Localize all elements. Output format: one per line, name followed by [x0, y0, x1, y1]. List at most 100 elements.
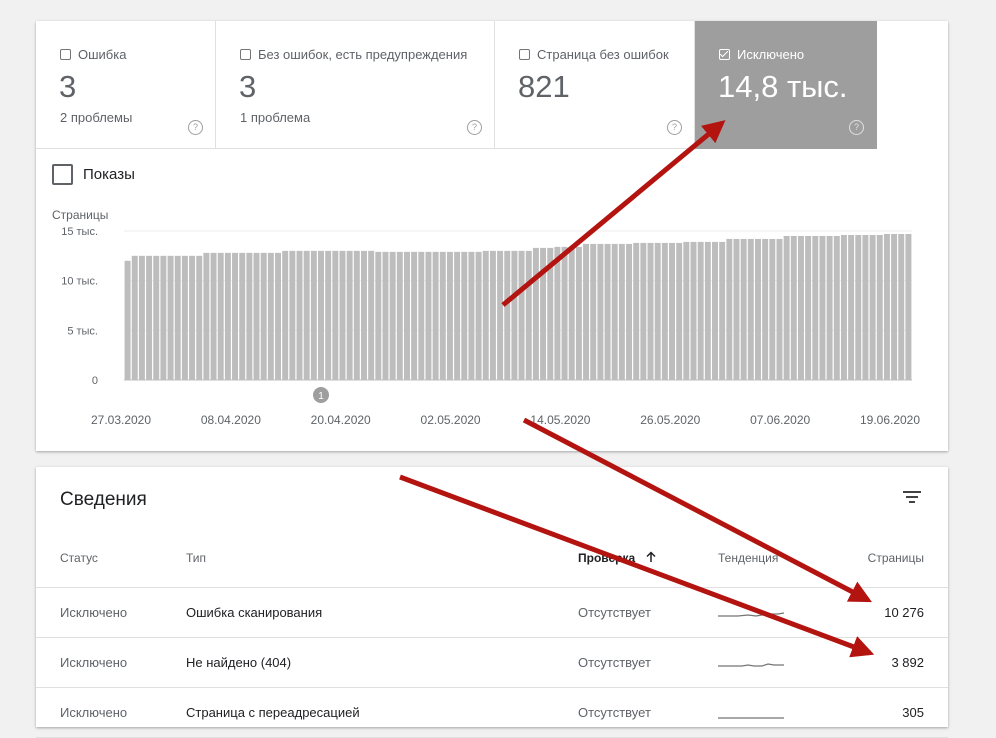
chart-bar	[131, 255, 138, 380]
checkbox-icon[interactable]	[60, 49, 71, 60]
chart-bar	[669, 242, 675, 380]
tile-label: Без ошибок, есть предупреждения	[258, 47, 468, 62]
chart-bar	[869, 234, 876, 380]
annotation-label: 1	[318, 391, 324, 402]
tile-subtext: 1 проблема	[240, 110, 311, 125]
impressions-checkbox[interactable]: Показы	[52, 164, 135, 185]
chart-bar	[547, 247, 554, 380]
row-status: Исключено	[60, 655, 128, 670]
chart-bar	[719, 241, 726, 380]
chart-bar	[905, 233, 912, 380]
chart-bar	[246, 252, 253, 380]
chart-bar	[461, 251, 468, 380]
chart-bar	[790, 235, 797, 380]
summary-tiles: Ошибка 3 2 проблемы ? Без ошибок, есть п…	[36, 21, 948, 149]
chart-bar	[239, 252, 246, 380]
x-tick-label: 27.03.2020	[91, 413, 151, 427]
checkbox-icon[interactable]	[240, 49, 251, 60]
checkbox-checked-icon[interactable]	[719, 49, 730, 60]
chart-bar	[575, 246, 582, 380]
tile-error[interactable]: Ошибка 3 2 проблемы ?	[36, 21, 216, 149]
row-type: Страница с переадресацией	[186, 705, 360, 720]
column-check[interactable]: Проверка	[578, 551, 657, 565]
checkbox-icon[interactable]	[519, 49, 530, 60]
chart-bar	[726, 238, 733, 380]
help-icon[interactable]: ?	[188, 120, 203, 135]
chart-bar	[568, 246, 575, 380]
chart-bar	[805, 235, 812, 380]
chart-bar	[826, 235, 833, 380]
chart-bar	[382, 251, 389, 380]
chart-bar	[224, 252, 231, 380]
chart-bar	[597, 243, 604, 380]
chart-bar	[332, 250, 339, 380]
chart-bar	[855, 234, 862, 380]
chart-bar	[633, 242, 640, 380]
row-check: Отсутствует	[578, 605, 651, 620]
column-type[interactable]: Тип	[186, 551, 206, 565]
chart-bar	[439, 251, 446, 380]
chart-bar	[683, 241, 690, 380]
chart-bar	[446, 251, 453, 380]
tile-excluded[interactable]: Исключено 14,8 тыс. ?	[695, 21, 877, 149]
row-pages: 10 276	[884, 605, 924, 620]
x-tick-label: 19.06.2020	[860, 413, 920, 427]
x-tick-label: 14.05.2020	[530, 413, 590, 427]
chart-bar	[898, 233, 905, 380]
chart-bar	[425, 251, 432, 380]
table-row[interactable]: Исключено Не найдено (404) Отсутствует 3…	[36, 638, 948, 688]
chart-bar	[883, 233, 890, 380]
chart-bar	[146, 255, 153, 380]
chart-bar	[289, 250, 296, 380]
chart-bar	[353, 250, 360, 380]
chart-bar	[375, 251, 382, 380]
chart-bar	[769, 238, 776, 380]
row-status: Исключено	[60, 605, 128, 620]
pages-chart: Страницы 0 5 тыс. 10 тыс. 15 тыс. 27.03.2020 0…	[52, 208, 920, 427]
chart-bar	[747, 238, 754, 380]
chart-bar	[848, 234, 855, 380]
chart-bar	[339, 250, 346, 380]
tile-valid[interactable]: Страница без ошибок 821 ?	[495, 21, 695, 149]
trend-sparkline	[718, 612, 784, 617]
row-check: Отсутствует	[578, 655, 651, 670]
chart-bar	[755, 238, 761, 380]
column-trend[interactable]: Тенденция	[718, 551, 778, 565]
chart-bar	[432, 251, 439, 380]
x-tick-label: 07.06.2020	[750, 413, 810, 427]
row-type: Ошибка сканирования	[186, 605, 323, 620]
row-check: Отсутствует	[578, 705, 651, 720]
y-tick-label: 5 тыс.	[67, 325, 98, 337]
filter-icon[interactable]	[902, 489, 922, 505]
checkbox-icon[interactable]	[52, 164, 73, 185]
tile-value: 821	[518, 69, 570, 104]
chart-bar	[189, 255, 196, 380]
help-icon[interactable]: ?	[467, 120, 482, 135]
chart-bar	[260, 252, 267, 380]
column-status[interactable]: Статус	[60, 551, 98, 565]
row-pages: 305	[902, 705, 924, 720]
chart-bar	[267, 252, 274, 380]
chart-bar	[210, 252, 217, 380]
column-pages[interactable]: Страницы	[868, 551, 924, 565]
chart-bar	[310, 250, 317, 380]
chart-bar	[797, 235, 804, 380]
table-row[interactable]: Исключено Ошибка сканирования Отсутствуе…	[36, 588, 948, 638]
table-header: Статус Тип Проверка Тенденция Страницы	[36, 537, 948, 588]
chart-bar	[318, 250, 324, 380]
chart-bar	[561, 246, 568, 380]
tile-valid-with-warnings[interactable]: Без ошибок, есть предупреждения 3 1 проб…	[216, 21, 495, 149]
help-icon[interactable]: ?	[667, 120, 682, 135]
chart-bar	[181, 255, 188, 380]
chart-bar	[418, 251, 425, 380]
table-row[interactable]: Исключено Страница с переадресацией Отсу…	[36, 688, 948, 738]
chart-bar	[368, 250, 375, 380]
chart-bar	[676, 242, 683, 380]
help-icon[interactable]: ?	[849, 120, 864, 135]
tile-value: 14,8 тыс.	[718, 69, 848, 104]
chart-bar	[712, 241, 718, 380]
y-axis-title: Страницы	[52, 208, 108, 222]
chart-bar	[296, 250, 303, 380]
chart-bar	[704, 241, 711, 380]
chart-bar	[475, 251, 482, 380]
